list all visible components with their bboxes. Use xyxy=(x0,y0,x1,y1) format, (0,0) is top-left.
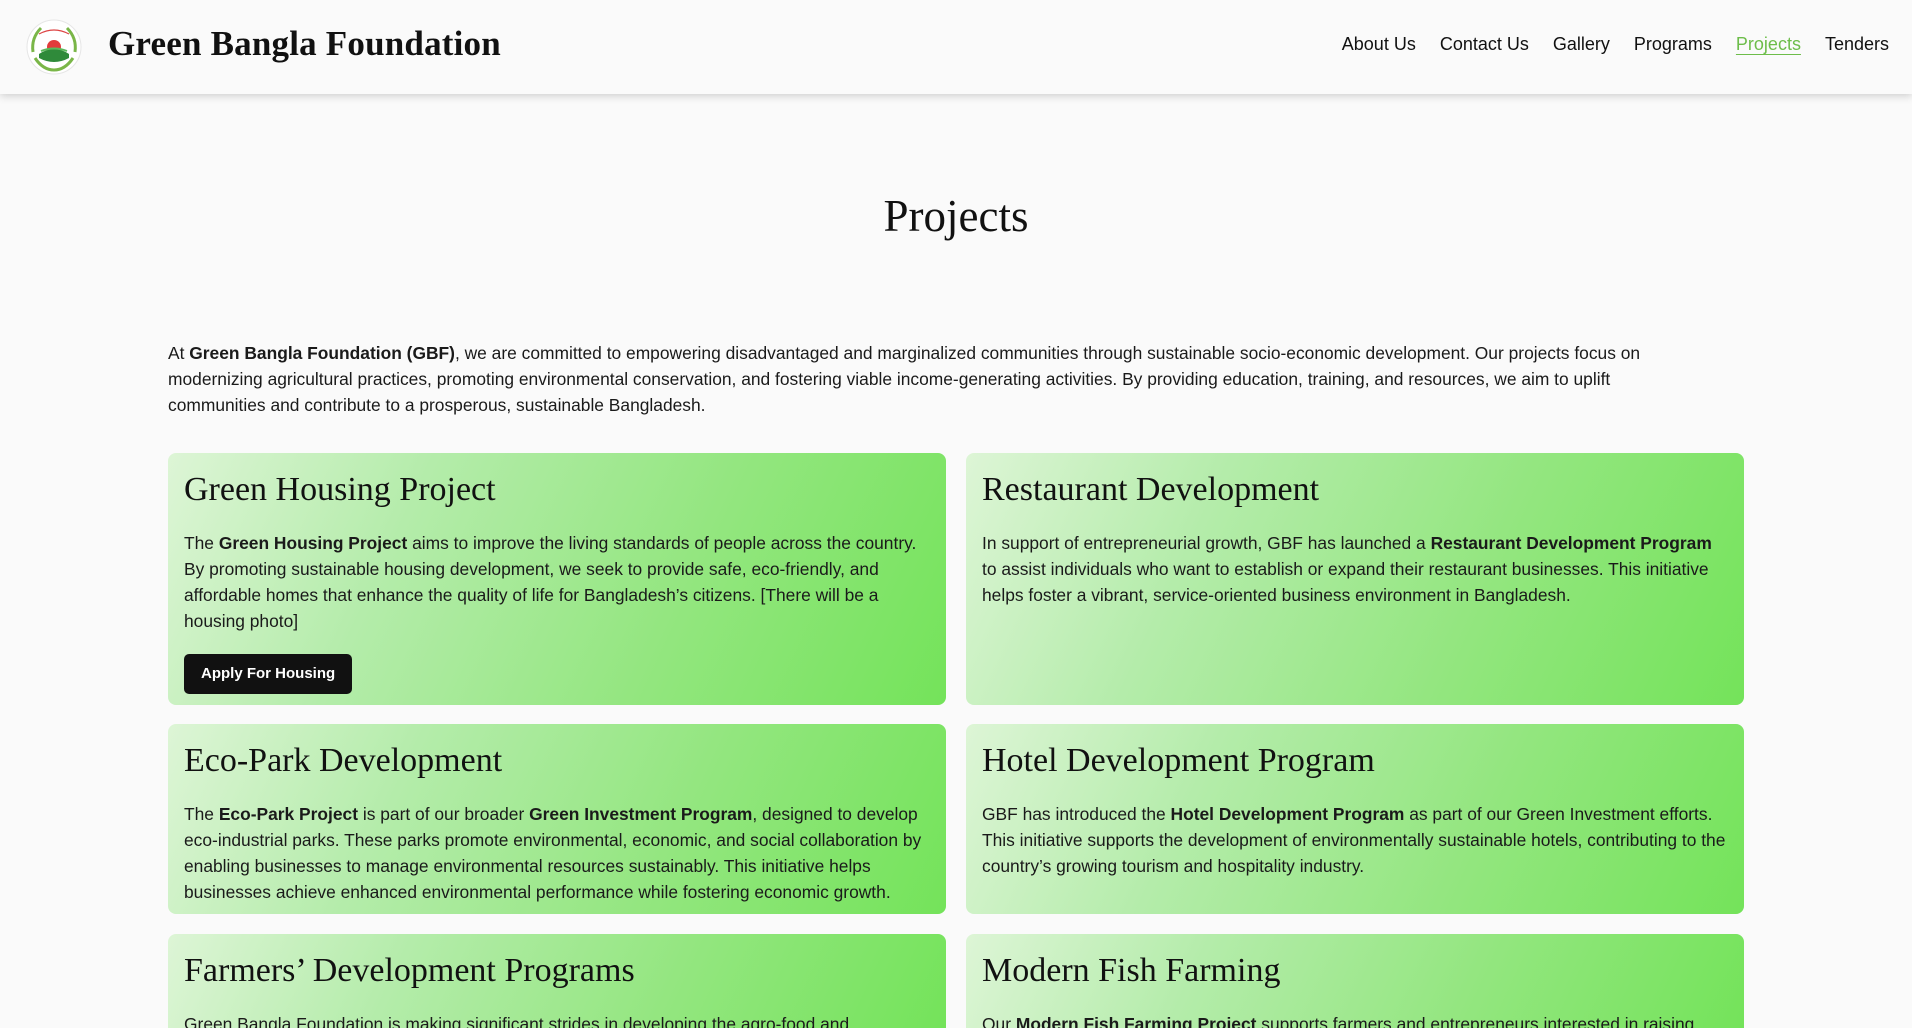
nav-contact-us[interactable]: Contact Us xyxy=(1440,34,1529,55)
nav-projects[interactable]: Projects xyxy=(1736,34,1801,55)
card-title: Hotel Development Program xyxy=(982,742,1375,779)
nav-about-us[interactable]: About Us xyxy=(1342,34,1416,55)
apply-for-housing-button[interactable]: Apply For Housing xyxy=(184,654,353,694)
card-text: Our Modern Fish Farming Project supports… xyxy=(982,1011,1728,1028)
nav-programs[interactable]: Programs xyxy=(1634,34,1712,55)
card-text-part: supports farmers and entrepreneurs inter… xyxy=(1256,1014,1695,1028)
card-title: Farmers’ Development Programs xyxy=(184,952,635,989)
card-text-part: to assist individuals who want to establ… xyxy=(982,559,1709,605)
card-text-bold: Restaurant Development Program xyxy=(1430,533,1712,553)
brand-name[interactable]: Green Bangla Foundation xyxy=(108,24,501,64)
nav-gallery[interactable]: Gallery xyxy=(1553,34,1610,55)
card-text-part: GBF has introduced the xyxy=(982,804,1171,824)
card-text-part: The xyxy=(184,533,219,553)
card-title: Eco-Park Development xyxy=(184,742,503,779)
gbf-logo-icon[interactable] xyxy=(25,18,83,76)
card-hotel-development: Hotel Development Program GBF has introd… xyxy=(966,724,1744,914)
card-restaurant-development: Restaurant Development In support of ent… xyxy=(966,453,1744,705)
card-farmers-development: Farmers’ Development Programs Green Bang… xyxy=(168,934,946,1028)
intro-org-name: Green Bangla Foundation (GBF) xyxy=(189,343,455,363)
page-title: Projects xyxy=(883,191,1029,241)
card-text: In support of entrepreneurial growth, GB… xyxy=(982,530,1728,608)
card-green-housing: Green Housing Project The Green Housing … xyxy=(168,453,946,705)
card-text: The Green Housing Project aims to improv… xyxy=(184,530,930,634)
card-text: GBF has introduced the Hotel Development… xyxy=(982,801,1728,879)
card-title: Restaurant Development xyxy=(982,471,1320,508)
card-text-part: In support of entrepreneurial growth, GB… xyxy=(982,533,1431,553)
intro-paragraph: At Green Bangla Foundation (GBF), we are… xyxy=(168,340,1708,418)
intro-prefix: At xyxy=(168,343,190,363)
card-modern-fish-farming: Modern Fish Farming Our Modern Fish Farm… xyxy=(966,934,1744,1028)
card-text: Green Bangla Foundation is making signif… xyxy=(184,1011,930,1028)
card-title: Green Housing Project xyxy=(184,471,496,508)
card-title: Modern Fish Farming xyxy=(982,952,1281,989)
card-text-part: Our xyxy=(982,1014,1016,1028)
card-text-bold: Modern Fish Farming Project xyxy=(1015,1014,1257,1028)
card-text: The Eco-Park Project is part of our broa… xyxy=(184,801,930,905)
top-navbar: Green Bangla Foundation About Us Contact… xyxy=(0,0,1912,94)
card-text-part: The xyxy=(184,804,219,824)
card-eco-park-development: Eco-Park Development The Eco-Park Projec… xyxy=(168,724,946,914)
nav-tenders[interactable]: Tenders xyxy=(1825,34,1889,55)
card-text-bold: Green Housing Project xyxy=(218,533,408,553)
card-text-part: is part of our broader xyxy=(358,804,530,824)
main-nav: About Us Contact Us Gallery Programs Pro… xyxy=(1342,34,1889,55)
card-text-bold: Hotel Development Program xyxy=(1170,804,1405,824)
card-text-bold: Eco-Park Project xyxy=(218,804,358,824)
card-text-part: Green Bangla Foundation is making signif… xyxy=(184,1014,850,1028)
card-text-bold: Green Investment Program xyxy=(529,804,753,824)
